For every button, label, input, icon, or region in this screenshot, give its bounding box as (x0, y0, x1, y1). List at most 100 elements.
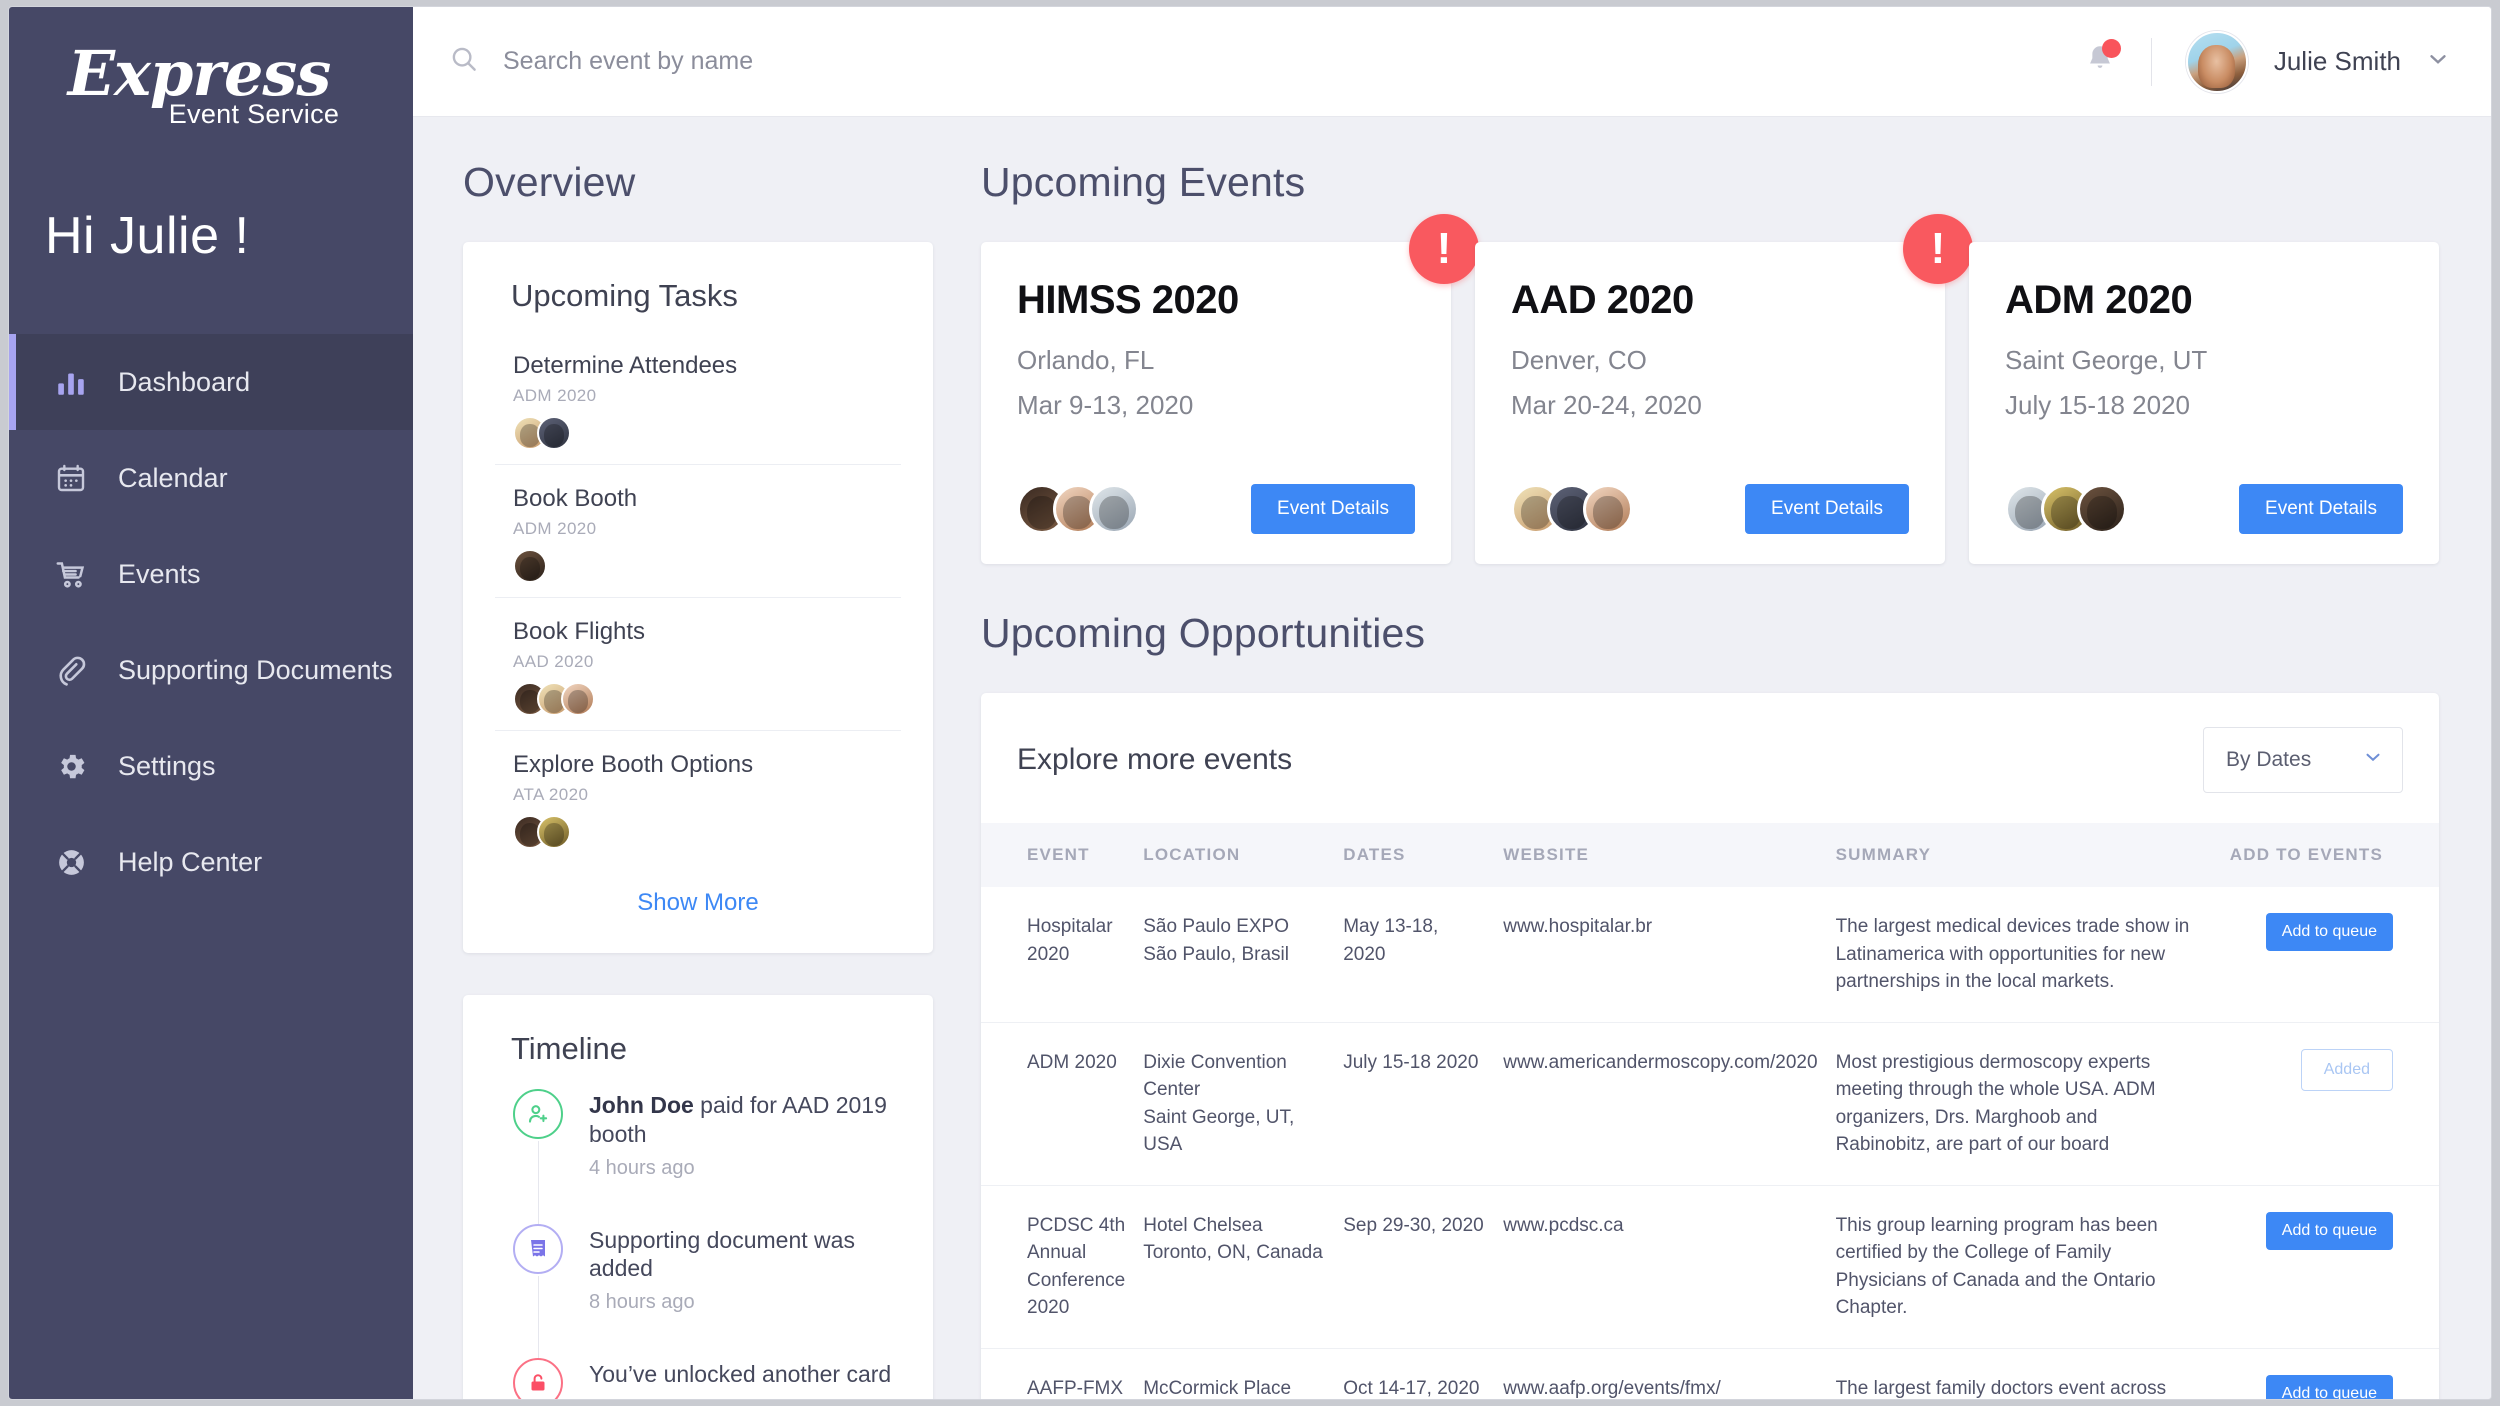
content-area: Overview Upcoming Tasks Determine Attend… (413, 117, 2491, 1399)
upcoming-tasks-card: Upcoming Tasks Determine Attendees ADM 2… (463, 242, 933, 953)
sidebar-item-calendar[interactable]: Calendar (9, 430, 413, 526)
alert-icon: ! (1409, 214, 1479, 284)
brand-name: Express (67, 37, 332, 110)
event-card[interactable]: ADM 2020 Saint George, UT July 15-18 202… (1969, 242, 2439, 564)
cell-summary: The largest family doctors event across … (1835, 1378, 2167, 1399)
upcoming-events-title: Upcoming Events (981, 159, 1306, 205)
cell-summary: This group learning program has been cer… (1835, 1185, 2216, 1350)
tasks-show-more-link[interactable]: Show More (495, 863, 901, 927)
document-icon (513, 1223, 563, 1274)
timeline-body: You’ve unlocked another card 2 days ago (563, 1358, 891, 1399)
cell-website[interactable]: www.aafp.org/events/fmx/ exhibitors.html (1503, 1349, 1835, 1399)
cell-website[interactable]: www.americandermoscopy.com/2020 (1503, 1022, 1836, 1186)
timeline-text: Supporting document was added (589, 1226, 901, 1284)
timeline-body: Supporting document was added 8 hours ag… (563, 1224, 901, 1315)
sidebar-item-label: Events (118, 558, 201, 589)
task-item[interactable]: Book Booth ADM 2020 (495, 465, 901, 598)
table-body: Hospitalar 2020 São Paulo EXPO São Paulo… (981, 887, 2439, 1399)
column-header-location: LOCATION (1143, 823, 1344, 887)
table-row[interactable]: PCDSC 4th Annual Conference 2020 Hotel C… (981, 1185, 2439, 1350)
timeline-actor: John Doe (589, 1092, 694, 1118)
sidebar-item-events[interactable]: Events (9, 526, 413, 622)
timeline-card: Timeline John Doe paid for AAD 2019 boot… (463, 995, 933, 1399)
timeline-body: John Doe paid for AAD 2019 booth 4 hours… (563, 1089, 901, 1180)
avatar (513, 549, 547, 583)
notifications-button[interactable] (2083, 39, 2121, 81)
add-to-queue-button[interactable]: Add to queue (2265, 913, 2393, 951)
overview-column: Overview Upcoming Tasks Determine Attend… (463, 159, 933, 1399)
event-footer: Event Details (2005, 484, 2403, 534)
sidebar-item-supporting-documents[interactable]: Supporting Documents (9, 622, 413, 718)
add-to-queue-button[interactable]: Add to queue (2265, 1375, 2393, 1399)
calendar-icon (52, 459, 90, 497)
sidebar-item-label: Supporting Documents (118, 654, 393, 685)
sidebar-nav: Dashboard Calendar Events Supporting Doc… (9, 334, 413, 910)
sidebar-item-dashboard[interactable]: Dashboard (9, 334, 413, 430)
event-location: Orlando, FL (1017, 345, 1155, 375)
cell-website[interactable]: www.pcdsc.ca (1503, 1185, 1836, 1350)
task-name: Book Flights (513, 618, 646, 645)
paperclip-icon (52, 651, 90, 689)
event-details-button[interactable]: Event Details (1745, 484, 1909, 534)
avatar (2077, 484, 2127, 534)
event-card[interactable]: ! AAD 2020 Denver, CO Mar 20-24, 2020 Ev… (1475, 214, 1973, 564)
cell-summary: The largest medical devices trade show i… (1835, 887, 2216, 1023)
unlock-icon (513, 1358, 563, 1399)
cell-website[interactable]: www.hospitalar.br (1503, 887, 1836, 1023)
task-event: ADM 2020 (513, 386, 597, 405)
column-header-website: WEBSITE (1503, 823, 1836, 887)
sort-select-value: By Dates (2226, 748, 2312, 771)
event-footer: Event Details (1511, 484, 1909, 534)
search-icon (449, 44, 479, 79)
search-input[interactable] (503, 47, 1103, 76)
event-card[interactable]: ! HIMSS 2020 Orlando, FL Mar 9-13, 2020 … (981, 214, 1479, 564)
cell-dates: Sep 29-30, 2020 (1343, 1185, 1504, 1350)
add-to-queue-button[interactable]: Add to queue (2265, 1211, 2393, 1250)
task-name: Determine Attendees (513, 352, 738, 379)
sidebar-item-label: Calendar (118, 462, 228, 493)
cell-event: PCDSC 4th Annual Conference 2020 (981, 1185, 1144, 1350)
avatar (1583, 484, 1633, 534)
search-box[interactable] (449, 44, 2083, 79)
table-header-row: EVENT LOCATION DATES WEBSITE SUMMARY ADD… (981, 823, 2439, 887)
task-avatars (513, 682, 901, 716)
table-row[interactable]: AAFP-FMX 2020 McCormick Place Chicago, I… (981, 1349, 2439, 1399)
task-item[interactable]: Book Flights AAD 2020 (495, 598, 901, 731)
cell-dates: Oct 14-17, 2020 (1343, 1378, 1480, 1399)
cell-summary: Most prestigious dermoscopy experts meet… (1835, 1022, 2216, 1186)
opportunities-table: EVENT LOCATION DATES WEBSITE SUMMARY ADD… (981, 823, 2439, 1399)
sidebar-item-settings[interactable]: Settings (9, 718, 413, 814)
timeline-list: John Doe paid for AAD 2019 booth 4 hours… (495, 1089, 901, 1399)
cell-action: Add to queue (2216, 1349, 2439, 1399)
brand-logo[interactable]: Express Event Service (9, 7, 413, 130)
page-title: Overview (463, 159, 636, 205)
avatar (1089, 484, 1139, 534)
user-menu[interactable]: Julie Smith (2185, 30, 2451, 93)
table-row[interactable]: ADM 2020 Dixie Convention Center Saint G… (981, 1022, 2439, 1186)
task-avatars (513, 815, 901, 849)
task-item[interactable]: Determine Attendees ADM 2020 (495, 332, 901, 465)
cell-location: Hotel Chelsea Toronto, ON, Canada (1143, 1185, 1344, 1350)
sort-select[interactable]: By Dates (2203, 727, 2403, 793)
cell-action: Add to queue (2215, 1185, 2439, 1350)
event-details-button[interactable]: Event Details (2239, 484, 2403, 534)
gear-icon (52, 747, 90, 785)
added-button[interactable]: Added (2300, 1048, 2393, 1091)
user-plus-icon (513, 1089, 563, 1139)
upcoming-tasks-title: Upcoming Tasks (511, 278, 738, 313)
table-row[interactable]: Hospitalar 2020 São Paulo EXPO São Paulo… (981, 887, 2439, 1023)
event-avatars (1017, 484, 1139, 534)
task-item[interactable]: Explore Booth Options ATA 2020 (495, 731, 901, 863)
cell-event: Hospitalar 2020 (981, 887, 1144, 1023)
column-header-event: EVENT (981, 823, 1144, 887)
sidebar-item-help-center[interactable]: Help Center (9, 814, 413, 910)
cell-location: São Paulo EXPO São Paulo, Brasil (1143, 887, 1344, 1023)
event-title: ADM 2020 (2005, 278, 2193, 322)
avatar (537, 815, 571, 849)
cell-dates: July 15-18 2020 (1343, 1022, 1504, 1186)
timeline-item: John Doe paid for AAD 2019 booth 4 hours… (513, 1089, 901, 1228)
timeline-item: You’ve unlocked another card 2 days ago (513, 1358, 901, 1399)
task-event: AAD 2020 (513, 652, 594, 671)
event-title: HIMSS 2020 (1017, 278, 1239, 322)
event-details-button[interactable]: Event Details (1251, 484, 1415, 534)
